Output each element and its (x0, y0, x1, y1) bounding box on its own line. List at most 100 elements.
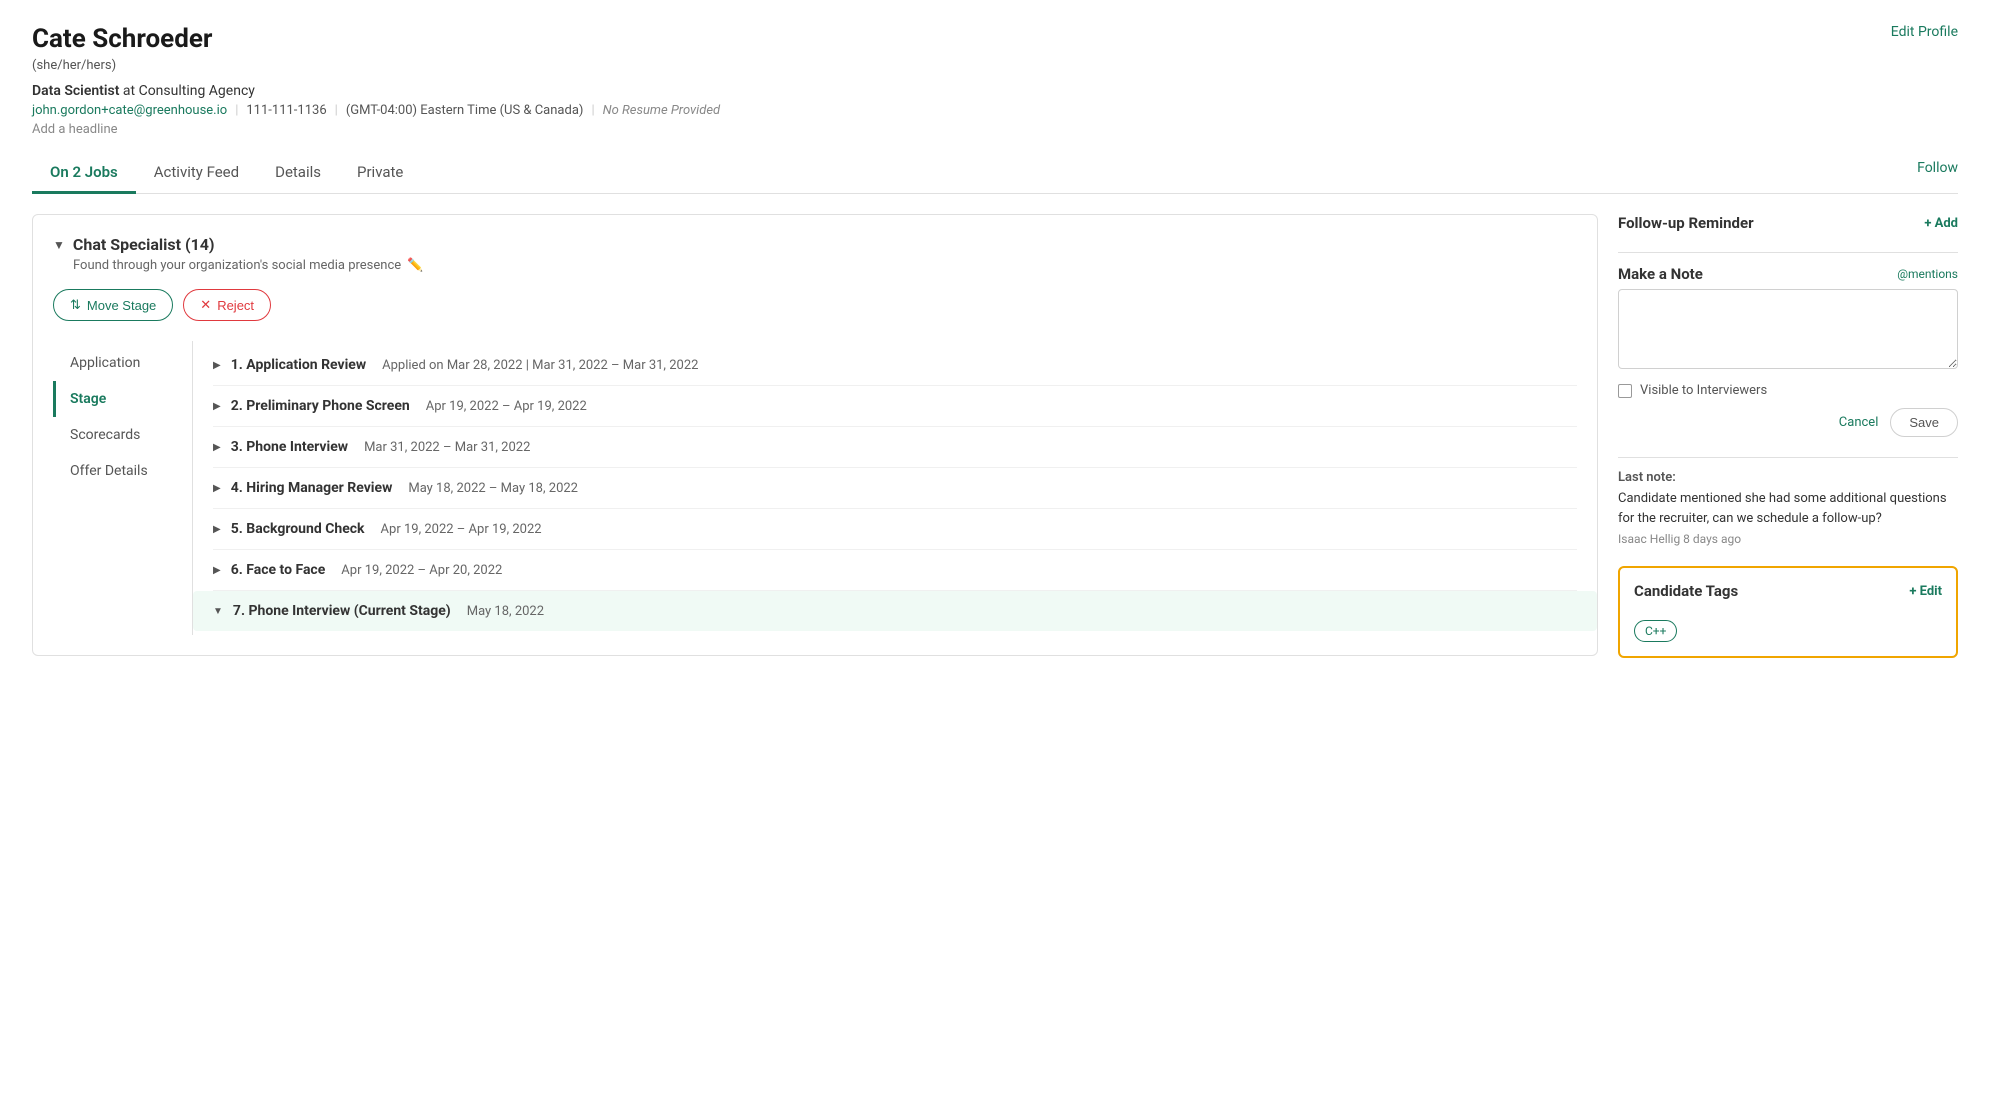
card-inner: Application Stage Scorecards Offer Detai… (53, 341, 1577, 635)
edit-tags-link[interactable]: + Edit (1909, 584, 1942, 599)
followup-reminder-title: Follow-up Reminder + Add (1618, 214, 1958, 232)
make-note-section: Make a Note @mentions Visible to Intervi… (1618, 265, 1958, 437)
company-text: at (123, 83, 139, 99)
stage-name: 7. Phone Interview (Current Stage) (233, 603, 451, 619)
stage-dates: Apr 19, 2022 – Apr 19, 2022 (426, 399, 587, 414)
stage-triangle-icon: ▶ (213, 360, 221, 371)
stage-dates: Mar 31, 2022 – Mar 31, 2022 (364, 440, 530, 455)
stage-row[interactable]: ▶ 2. Preliminary Phone Screen Apr 19, 2022… (213, 386, 1577, 427)
tab-on-jobs[interactable]: On 2 Jobs (32, 153, 136, 194)
stage-row[interactable]: ▶ 3. Phone Interview Mar 31, 2022 – Mar 31… (213, 427, 1577, 468)
stage-triangle-icon: ▶ (213, 483, 221, 494)
follow-button[interactable]: Follow (1917, 160, 1958, 186)
note-textarea[interactable] (1618, 289, 1958, 369)
last-note-section: Last note: Candidate mentioned she had s… (1618, 470, 1958, 546)
stage-dates: Apr 19, 2022 – Apr 20, 2022 (341, 563, 502, 578)
sep2: | (335, 103, 338, 118)
nav-scorecards[interactable]: Scorecards (53, 417, 192, 453)
reject-button[interactable]: ✕ Reject (183, 289, 271, 321)
save-button[interactable]: Save (1890, 408, 1958, 437)
stage-name: 4. Hiring Manager Review (231, 480, 393, 496)
sep1: | (235, 103, 238, 118)
move-stage-label: Move Stage (87, 298, 156, 313)
candidate-tags-title: Candidate Tags + Edit (1634, 582, 1942, 600)
stage-name: 1. Application Review (231, 357, 366, 373)
divider1 (1618, 252, 1958, 253)
stage-triangle-icon: ▼ (213, 606, 223, 617)
stage-row[interactable]: ▼ 7. Phone Interview (Current Stage) May 1… (193, 591, 1597, 631)
sep3: | (591, 103, 594, 118)
edit-profile-link[interactable]: Edit Profile (1891, 24, 1958, 40)
followup-reminder-section: Follow-up Reminder + Add (1618, 214, 1958, 232)
visible-label: Visible to Interviewers (1640, 383, 1767, 398)
tab-private[interactable]: Private (339, 153, 421, 194)
stage-triangle-icon: ▶ (213, 524, 221, 535)
email-link[interactable]: john.gordon+cate@greenhouse.io (32, 103, 227, 118)
tab-details[interactable]: Details (257, 153, 339, 194)
divider2 (1618, 457, 1958, 458)
no-resume: No Resume Provided (603, 103, 721, 118)
visible-checkbox[interactable] (1618, 384, 1632, 398)
tab-activity-feed[interactable]: Activity Feed (136, 153, 257, 194)
stage-row[interactable]: ▶ 6. Face to Face Apr 19, 2022 – Apr 20, 2… (213, 550, 1577, 591)
reject-icon: ✕ (200, 297, 211, 313)
nav-application[interactable]: Application (53, 345, 192, 381)
tabs-bar: On 2 Jobs Activity Feed Details Private … (32, 153, 1958, 194)
stage-row[interactable]: ▶ 5. Background Check Apr 19, 2022 – Apr 1… (213, 509, 1577, 550)
edit-source-icon[interactable]: ✏️ (407, 258, 423, 273)
last-note-text: Candidate mentioned she had some additio… (1618, 489, 1958, 528)
reject-label: Reject (217, 298, 254, 313)
left-panel: ▼ Chat Specialist (14) Found through you… (32, 214, 1598, 672)
move-stage-button[interactable]: ⇅ Move Stage (53, 289, 173, 321)
job-card-title: Chat Specialist (14) (73, 235, 215, 254)
followup-title-text: Follow-up Reminder (1618, 214, 1754, 232)
company-name: Consulting Agency (139, 83, 255, 99)
add-reminder-link[interactable]: + Add (1924, 216, 1958, 231)
last-note-meta: Isaac Hellig 8 days ago (1618, 532, 1958, 546)
tabs-left: On 2 Jobs Activity Feed Details Private (32, 153, 421, 193)
action-buttons: ⇅ Move Stage ✕ Reject (53, 289, 1577, 321)
job-card-header: ▼ Chat Specialist (14) (53, 235, 1577, 254)
right-panel: Follow-up Reminder + Add Make a Note @me… (1618, 214, 1958, 672)
timezone: (GMT-04:00) Eastern Time (US & Canada) (346, 103, 584, 118)
stage-name: 5. Background Check (231, 521, 365, 537)
stage-dates: Apr 19, 2022 – Apr 19, 2022 (381, 522, 542, 537)
candidate-tags-section: Candidate Tags + Edit C++ (1618, 566, 1958, 658)
nav-offer-details[interactable]: Offer Details (53, 453, 192, 489)
main-layout: ▼ Chat Specialist (14) Found through you… (32, 214, 1958, 672)
pronouns: (she/her/hers) (32, 58, 1958, 73)
visible-to-interviewers-row: Visible to Interviewers (1618, 383, 1958, 398)
job-source: Found through your organization's social… (73, 258, 1577, 273)
stage-nav: Application Stage Scorecards Offer Detai… (53, 341, 193, 635)
mentions-link[interactable]: @mentions (1897, 267, 1958, 281)
nav-stage[interactable]: Stage (53, 381, 192, 417)
stage-name: 6. Face to Face (231, 562, 326, 578)
contact-row: john.gordon+cate@greenhouse.io | 111-111… (32, 103, 1958, 118)
move-stage-icon: ⇅ (70, 297, 81, 313)
stage-row[interactable]: ▶ 4. Hiring Manager Review May 18, 2022 – … (213, 468, 1577, 509)
collapse-icon[interactable]: ▼ (53, 238, 65, 252)
cancel-link[interactable]: Cancel (1839, 415, 1879, 430)
tags-container: C++ (1634, 612, 1942, 642)
stage-triangle-icon: ▶ (213, 565, 221, 576)
note-actions: Cancel Save (1618, 408, 1958, 437)
tag-badge: C++ (1634, 620, 1677, 642)
candidate-tags-label: Candidate Tags (1634, 582, 1738, 600)
make-note-label: Make a Note (1618, 265, 1703, 283)
last-note-label: Last note: (1618, 470, 1958, 485)
stage-dates: May 18, 2022 (467, 604, 544, 619)
candidate-name: Cate Schroeder (32, 24, 212, 54)
phone-number: 111-111-1136 (246, 103, 326, 118)
stage-dates: Applied on Mar 28, 2022 | Mar 31, 2022 –… (382, 358, 698, 373)
stage-triangle-icon: ▶ (213, 442, 221, 453)
stage-name: 2. Preliminary Phone Screen (231, 398, 410, 414)
job-card: ▼ Chat Specialist (14) Found through you… (32, 214, 1598, 656)
stage-name: 3. Phone Interview (231, 439, 348, 455)
add-headline-link[interactable]: Add a headline (32, 122, 1958, 137)
job-title-text: Data Scientist (32, 83, 119, 99)
stage-dates: May 18, 2022 – May 18, 2022 (408, 481, 578, 496)
stage-row[interactable]: ▶ 1. Application Review Applied on Mar 28,… (213, 345, 1577, 386)
stage-triangle-icon: ▶ (213, 401, 221, 412)
title-company: Data Scientist at Consulting Agency (32, 83, 1958, 99)
stage-list: ▶ 1. Application Review Applied on Mar 28,… (193, 341, 1577, 635)
